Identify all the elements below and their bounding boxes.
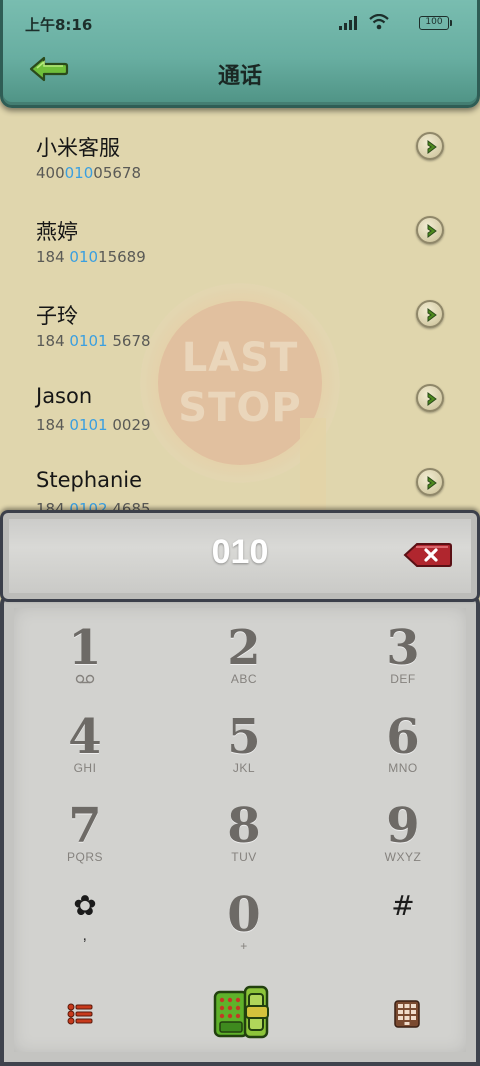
contact-number: 184 0101 0029 bbox=[36, 416, 151, 434]
contact-row[interactable]: 小米客服 40001005678 bbox=[0, 108, 480, 192]
contact-row[interactable]: 子玲 184 0101 5678 bbox=[0, 276, 480, 360]
status-icons: 100 bbox=[319, 14, 452, 32]
contact-name: Jason bbox=[36, 384, 93, 408]
page-title: 通话 bbox=[217, 64, 262, 89]
menu-button[interactable] bbox=[66, 1002, 94, 1026]
key-letters: JKL bbox=[232, 761, 256, 775]
chevron-right-icon bbox=[427, 224, 437, 238]
key-3[interactable]: 3 DEF bbox=[328, 604, 478, 690]
number-suffix: 05678 bbox=[93, 164, 141, 182]
chevron-right-icon bbox=[427, 392, 437, 406]
signal-icon bbox=[339, 16, 357, 30]
number-suffix: 15689 bbox=[98, 248, 146, 266]
number-suffix: 0029 bbox=[107, 416, 151, 434]
contact-name: 子玲 bbox=[36, 304, 78, 328]
number-match: 010 bbox=[69, 248, 99, 266]
key-letters: PQRS bbox=[66, 850, 103, 864]
call-button[interactable] bbox=[212, 984, 272, 1040]
key-letters: MNO bbox=[388, 761, 418, 775]
contact-name: 小米客服 bbox=[36, 136, 120, 160]
key-digit: 3 bbox=[386, 620, 420, 676]
number-match: 0101 bbox=[69, 332, 108, 350]
key-letters: TUV bbox=[231, 850, 257, 864]
chevron-right-icon bbox=[427, 140, 437, 154]
number-suffix: 5678 bbox=[107, 332, 151, 350]
wifi-icon bbox=[369, 14, 389, 30]
key-8[interactable]: 8 TUV bbox=[169, 782, 319, 868]
key-digit: 0 bbox=[227, 887, 261, 943]
key-letters: , bbox=[82, 927, 88, 944]
number-prefix: 184 bbox=[36, 416, 70, 434]
number-match: 0101 bbox=[69, 416, 108, 434]
key-digit: 4 bbox=[68, 709, 102, 765]
key-digit: 7 bbox=[68, 798, 102, 854]
battery-level: 100 bbox=[425, 17, 443, 27]
key-digit: 6 bbox=[386, 709, 420, 765]
chevron-right-icon bbox=[427, 308, 437, 322]
contact-detail-button[interactable] bbox=[416, 132, 444, 160]
hash-icon: # bbox=[391, 889, 415, 922]
contact-detail-button[interactable] bbox=[416, 384, 444, 412]
status-bar: 上午8:16 100 bbox=[3, 10, 477, 36]
contact-list[interactable]: LAST STOP 小米客服 40001005678 燕婷 184 010156… bbox=[0, 108, 480, 512]
key-letters: WXYZ bbox=[384, 850, 422, 864]
number-prefix: 184 bbox=[36, 332, 70, 350]
contact-number: 40001005678 bbox=[36, 164, 141, 182]
key-digit: 1 bbox=[68, 620, 102, 676]
delete-button[interactable] bbox=[403, 541, 453, 569]
key-0[interactable]: 0 + bbox=[169, 871, 319, 957]
contact-detail-button[interactable] bbox=[416, 216, 444, 244]
dial-keypad: 1 2 ABC 3 DEF 4 GHI 5 JKL 6 MNO 7 PQRS 8… bbox=[0, 594, 480, 1066]
key-digit: 9 bbox=[386, 798, 420, 854]
key-6[interactable]: 6 MNO bbox=[328, 693, 478, 779]
asterisk-icon: ✿ bbox=[73, 889, 97, 922]
key-hash[interactable]: # bbox=[328, 871, 478, 957]
key-letters: ABC bbox=[230, 672, 258, 686]
battery-icon: 100 bbox=[419, 16, 452, 30]
status-time: 上午8:16 bbox=[25, 16, 93, 34]
dial-input-bar: 010 bbox=[0, 510, 480, 602]
key-9[interactable]: 9 WXYZ bbox=[328, 782, 478, 868]
menu-list-icon bbox=[67, 1003, 93, 1025]
contact-detail-button[interactable] bbox=[416, 468, 444, 496]
backspace-icon bbox=[403, 543, 452, 567]
key-letters: + bbox=[240, 939, 248, 953]
key-star[interactable]: ✿ , bbox=[10, 871, 160, 957]
contact-row[interactable]: Jason 184 0101 0029 bbox=[0, 360, 480, 444]
contact-detail-button[interactable] bbox=[416, 300, 444, 328]
key-5[interactable]: 5 JKL bbox=[169, 693, 319, 779]
contact-number: 184 0101 5678 bbox=[36, 332, 151, 350]
key-digit: 2 bbox=[227, 620, 261, 676]
key-1[interactable]: 1 bbox=[10, 604, 160, 690]
key-4[interactable]: 4 GHI bbox=[10, 693, 160, 779]
contact-row[interactable]: Stephanie 184 0102 4685 bbox=[0, 444, 480, 512]
chevron-right-icon bbox=[427, 476, 437, 490]
key-2[interactable]: 2 ABC bbox=[169, 604, 319, 690]
keypad-toggle-button[interactable] bbox=[394, 1000, 420, 1028]
contact-name: Stephanie bbox=[36, 468, 143, 492]
keypad-toggle-icon bbox=[394, 1000, 420, 1028]
key-letters: GHI bbox=[73, 761, 97, 775]
contact-row[interactable]: 燕婷 184 01015689 bbox=[0, 192, 480, 276]
call-phone-icon bbox=[213, 985, 269, 1039]
contact-number: 184 01015689 bbox=[36, 248, 146, 266]
key-letters: DEF bbox=[390, 672, 416, 686]
key-digit: 5 bbox=[227, 709, 261, 765]
header-bar: 上午8:16 100 通话 bbox=[0, 0, 480, 108]
number-prefix: 400 bbox=[36, 164, 65, 182]
number-match: 010 bbox=[64, 164, 94, 182]
voicemail-icon bbox=[75, 674, 95, 684]
key-digit: 8 bbox=[227, 798, 261, 854]
number-prefix: 184 bbox=[36, 248, 70, 266]
contact-name: 燕婷 bbox=[36, 220, 78, 244]
key-7[interactable]: 7 PQRS bbox=[10, 782, 160, 868]
